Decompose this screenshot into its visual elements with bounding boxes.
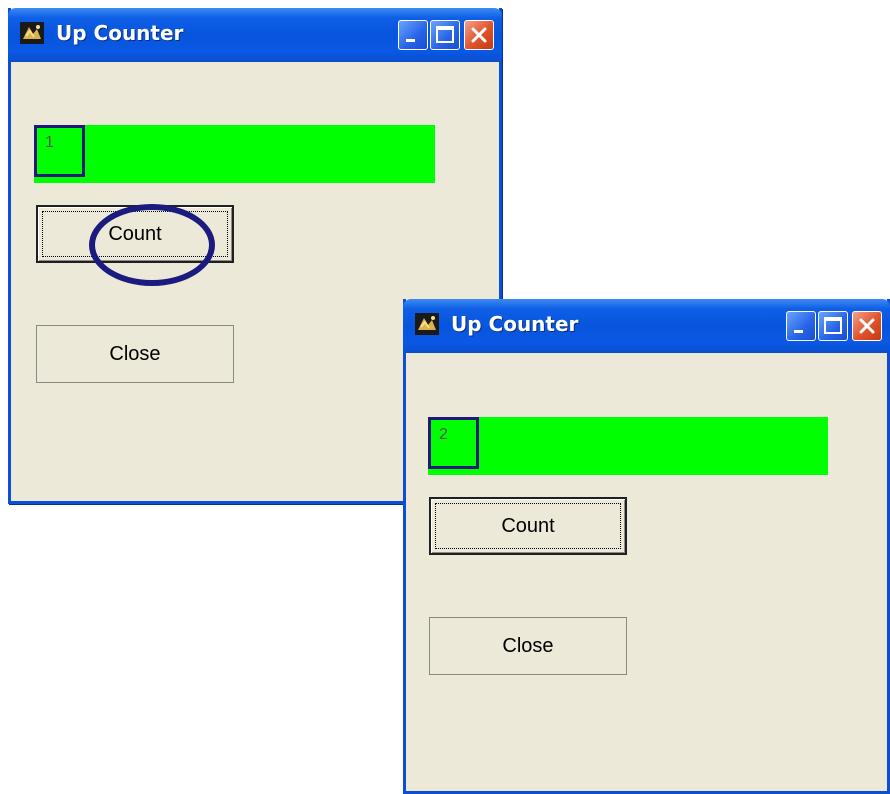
- up-counter-window-2: Up Counter 2 Count Close: [403, 299, 890, 794]
- close-button-label: Close: [109, 342, 161, 365]
- app-icon: [415, 313, 439, 335]
- close-icon: [471, 27, 487, 43]
- title-bar[interactable]: Up Counter: [403, 299, 890, 353]
- maximize-button[interactable]: [430, 20, 460, 50]
- close-window-button[interactable]: [464, 20, 494, 50]
- focus-rectangle: [435, 503, 621, 549]
- counter-display: 2: [428, 417, 828, 475]
- maximize-button[interactable]: [818, 311, 848, 341]
- window-title: Up Counter: [56, 21, 184, 45]
- minimize-icon: [406, 39, 415, 42]
- minimize-icon: [794, 330, 803, 333]
- counter-value: 2: [428, 417, 479, 469]
- close-button-label: Close: [502, 634, 554, 657]
- minimize-button[interactable]: [786, 311, 816, 341]
- focus-rectangle: [42, 211, 228, 257]
- close-button[interactable]: Close: [429, 617, 627, 675]
- title-bar[interactable]: Up Counter: [8, 8, 502, 62]
- close-icon: [859, 318, 875, 334]
- minimize-button[interactable]: [398, 20, 428, 50]
- counter-display: 1: [34, 125, 435, 183]
- count-button[interactable]: Count: [429, 497, 627, 555]
- window-title: Up Counter: [451, 312, 579, 336]
- count-button[interactable]: Count: [36, 205, 234, 263]
- maximize-icon: [824, 317, 842, 334]
- counter-value: 1: [34, 125, 85, 177]
- close-button[interactable]: Close: [36, 325, 234, 383]
- close-window-button[interactable]: [852, 311, 882, 341]
- maximize-icon: [436, 26, 454, 43]
- app-icon: [20, 22, 44, 44]
